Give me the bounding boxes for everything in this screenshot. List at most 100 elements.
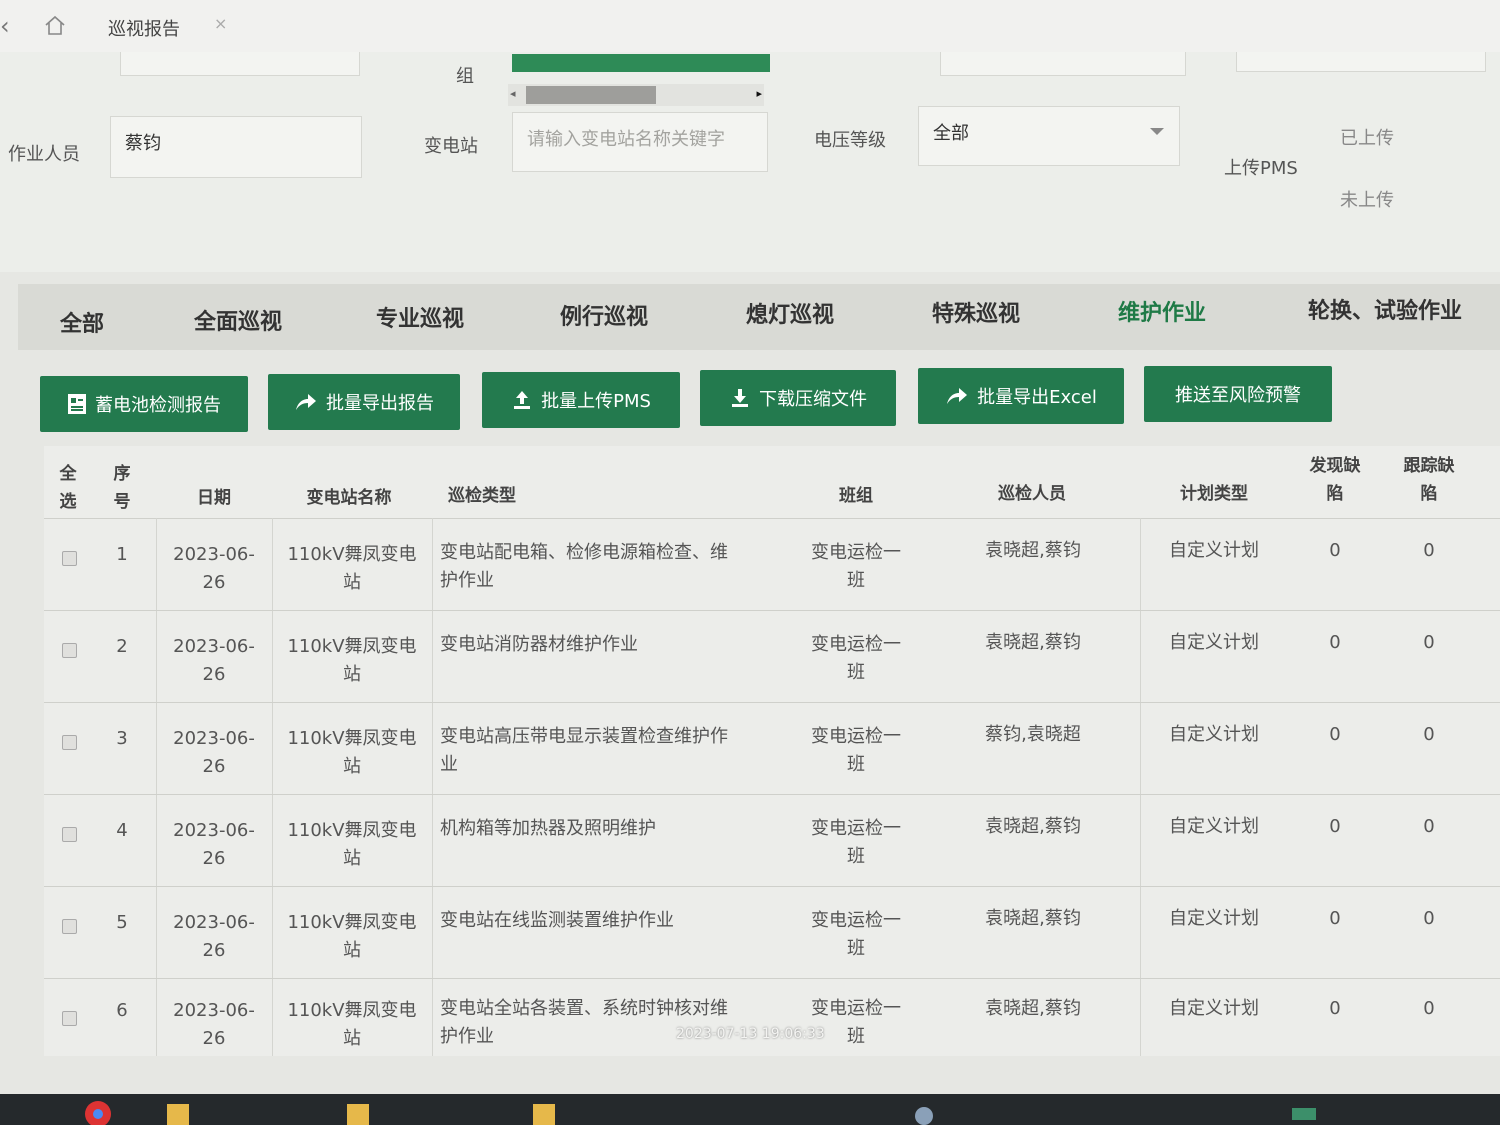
row-checkbox[interactable] (62, 735, 77, 750)
row-checkbox[interactable] (62, 643, 77, 658)
row-plan-type: 自定义计划 (1169, 908, 1259, 929)
row-type-line1: 变电站消防器材维护作业 (440, 634, 638, 655)
row-team-line1: 变电运检一 (811, 998, 901, 1019)
header-date[interactable]: 日期 (184, 484, 244, 512)
row-date-line2: 26 (202, 756, 226, 777)
row-substation-line2: 站 (343, 848, 361, 869)
table-row[interactable]: 2 2023-06- 26 110kV舞凤变电 站 变电站消防器材维护作业 变电… (44, 611, 1500, 703)
taskbar (0, 1094, 1500, 1125)
row-substation-line1: 110kV舞凤变电 (287, 728, 417, 749)
table-row[interactable]: 3 2023-06- 26 110kV舞凤变电 站 变电站高压带电显示装置检查维… (44, 703, 1500, 795)
table-row[interactable]: 1 2023-06- 26 110kV舞凤变电 站 变电站配电箱、检修电源箱检查… (44, 519, 1500, 611)
row-found-defects: 0 (1329, 998, 1341, 1019)
row-date-line1: 2023-06- (173, 912, 255, 933)
battery-report-button[interactable]: 蓄电池检测报告 (40, 376, 248, 432)
filter-field-top[interactable] (120, 52, 360, 76)
header-found-defects-line1: 发现缺 (1309, 456, 1361, 476)
filter-field-top-far-right[interactable] (1236, 52, 1486, 72)
tab-lights-off-inspection[interactable]: 熄灯巡视 (746, 297, 834, 329)
worker-input[interactable]: 蔡钧 (110, 116, 362, 178)
row-checkbox[interactable] (62, 1011, 77, 1026)
folder-icon[interactable] (344, 1098, 372, 1125)
tab-close-icon[interactable]: × (214, 14, 227, 33)
table-row[interactable]: 6 2023-06- 26 110kV舞凤变电 站 变电站全站各装置、系统时钟核… (44, 979, 1500, 1056)
row-date-line2: 26 (202, 1028, 226, 1049)
row-plan-type: 自定义计划 (1169, 724, 1259, 745)
tab-full-inspection[interactable]: 全面巡视 (194, 304, 282, 336)
batch-upload-pms-label: 批量上传PMS (541, 391, 651, 412)
filter-field-top-right[interactable] (940, 52, 1186, 76)
worker-value: 蔡钧 (125, 133, 161, 154)
upload-icon (514, 391, 531, 409)
row-index: 1 (116, 544, 128, 565)
batch-export-excel-label: 批量导出Excel (977, 387, 1097, 408)
header-select-all[interactable]: 全 选 (56, 460, 80, 516)
row-date: 2023-06- 26 (162, 725, 266, 781)
row-found-defects: 0 (1329, 908, 1341, 929)
tab-all[interactable]: 全部 (60, 306, 104, 338)
pms-not-uploaded-option[interactable]: 未上传 (1340, 186, 1394, 212)
group-scrollbar[interactable]: ◂ ▸ (508, 84, 764, 106)
substation-label: 变电站 (424, 136, 478, 157)
row-team-line2: 班 (847, 662, 865, 683)
folder-icon[interactable] (530, 1098, 558, 1125)
pms-label: 上传PMS (1224, 158, 1298, 179)
chrome-icon[interactable] (84, 1098, 112, 1125)
batch-export-report-button[interactable]: 批量导出报告 (268, 374, 460, 430)
row-index: 3 (116, 728, 128, 749)
row-type-line1: 变电站高压带电显示装置检查维护作 (440, 726, 728, 747)
header-select-all-line1: 全 (59, 464, 77, 484)
chevron-down-icon[interactable] (1150, 128, 1164, 135)
row-date: 2023-06- 26 (162, 997, 266, 1053)
row-index: 2 (116, 636, 128, 657)
share-arrow-icon (296, 394, 316, 410)
scroll-right-icon[interactable]: ▸ (756, 87, 762, 100)
selected-group-bar (512, 54, 770, 72)
download-zip-button[interactable]: 下载压缩文件 (700, 370, 896, 426)
table-row[interactable]: 5 2023-06- 26 110kV舞凤变电 站 变电站在线监测装置维护作业 … (44, 887, 1500, 979)
share-arrow-icon (947, 388, 968, 404)
folder-icon[interactable] (164, 1098, 192, 1125)
row-inspection-type: 变电站高压带电显示装置检查维护作 业 (440, 723, 780, 779)
batch-upload-pms-button[interactable]: 批量上传PMS (482, 372, 680, 428)
row-substation: 110kV舞凤变电 站 (278, 817, 426, 873)
row-substation: 110kV舞凤变电 站 (278, 541, 426, 597)
row-date-line1: 2023-06- (173, 636, 255, 657)
row-inspectors: 袁晓超,蔡钧 (985, 540, 1081, 561)
batch-export-excel-button[interactable]: 批量导出Excel (918, 368, 1124, 424)
row-checkbox[interactable] (62, 919, 77, 934)
header-tracked-defects-line2: 陷 (1420, 484, 1438, 504)
row-date-line2: 26 (202, 664, 226, 685)
table-header: 全 选 序 号 日期 变电站名称 巡检类型 班组 巡检人员 计划类型 发现缺 陷… (44, 446, 1500, 519)
row-substation-line1: 110kV舞凤变电 (287, 636, 417, 657)
push-risk-warning-button[interactable]: 推送至风险预警 (1144, 366, 1332, 422)
voltage-select[interactable]: 全部 (918, 106, 1180, 166)
pms-uploaded-option[interactable]: 已上传 (1340, 124, 1394, 150)
scroll-thumb[interactable] (526, 86, 656, 104)
tab-professional-inspection[interactable]: 专业巡视 (376, 301, 464, 333)
row-index: 4 (116, 820, 128, 841)
row-substation-line2: 站 (343, 1028, 361, 1049)
home-icon[interactable] (44, 14, 66, 36)
row-inspection-type: 机构箱等加热器及照明维护 (440, 815, 780, 843)
row-inspection-type: 变电站配电箱、检修电源箱检查、维 护作业 (440, 539, 780, 595)
app-icon[interactable] (910, 1098, 938, 1125)
tab-maintenance-work[interactable]: 维护作业 (1118, 295, 1206, 327)
row-checkbox[interactable] (62, 551, 77, 566)
scroll-left-icon[interactable]: ◂ (510, 87, 516, 100)
tab-rotation-test-work[interactable]: 轮换、试验作业 (1308, 293, 1462, 325)
row-checkbox[interactable] (62, 827, 77, 842)
row-date-line1: 2023-06- (173, 820, 255, 841)
tab-title[interactable]: 巡视报告 (108, 15, 180, 41)
header-inspection-type: 巡检类型 (448, 486, 516, 506)
substation-input[interactable]: 请输入变电站名称关键字 (512, 112, 768, 172)
tab-routine-inspection[interactable]: 例行巡视 (560, 299, 648, 331)
app-icon[interactable] (1290, 1098, 1318, 1125)
row-found-defects: 0 (1329, 816, 1341, 837)
table-row[interactable]: 4 2023-06- 26 110kV舞凤变电 站 机构箱等加热器及照明维护 变… (44, 795, 1500, 887)
row-type-line2: 护作业 (440, 570, 494, 591)
tab-special-inspection[interactable]: 特殊巡视 (932, 296, 1020, 328)
batch-export-report-label: 批量导出报告 (326, 393, 434, 414)
row-inspectors: 袁晓超,蔡钧 (985, 816, 1081, 837)
back-arrow-icon[interactable]: ‹ (0, 12, 10, 40)
